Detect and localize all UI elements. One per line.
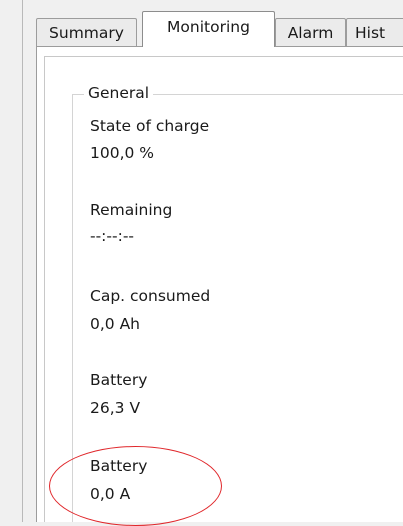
tab-monitoring-label: Monitoring [167,18,250,36]
application-window: Summary Monitoring Alarm Hist General St… [0,0,403,526]
tab-history-label: Hist [355,23,386,42]
window-edge [22,0,23,522]
field-label: Remaining [90,201,173,219]
field-label: Cap. consumed [90,287,211,305]
group-title-general: General [84,83,154,103]
tab-alarm[interactable]: Alarm [275,18,346,46]
tab-summary[interactable]: Summary [36,18,137,46]
field-label: State of charge [90,117,210,135]
field-cap-consumed: Cap. consumed 0,0 Ah [90,284,210,336]
tab-history[interactable]: Hist [346,18,403,46]
tab-summary-label: Summary [49,23,124,42]
field-value: 0,0 Ah [90,315,141,333]
field-battery-voltage: Battery 26,3 V [90,368,147,420]
field-label: Battery [90,371,148,389]
field-value: --:--:-- [90,227,135,245]
tab-monitoring[interactable]: Monitoring [142,11,275,47]
tab-alarm-label: Alarm [287,23,334,42]
field-state-of-charge: State of charge 100,0 % [90,114,209,165]
panel-inner-border-left [44,56,45,522]
panel-inner-border-top [44,56,403,57]
annotation-circle [49,446,222,526]
tab-strip: Summary Monitoring Alarm Hist [0,0,403,47]
field-value: 26,3 V [90,399,141,417]
field-remaining: Remaining --:--:-- [90,198,172,248]
field-value: 100,0 % [90,144,155,162]
